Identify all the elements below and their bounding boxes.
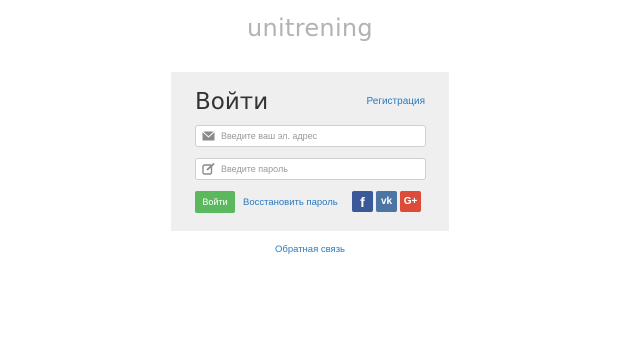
- facebook-icon: f: [360, 193, 365, 210]
- footer: Обратная связь: [0, 244, 620, 255]
- google-plus-icon: G+: [403, 196, 418, 207]
- vk-login-button[interactable]: vk: [376, 191, 397, 212]
- feedback-link[interactable]: Обратная связь: [275, 244, 345, 255]
- password-input[interactable]: [221, 159, 421, 179]
- envelope-icon: [202, 131, 215, 141]
- page-title: Войти: [195, 89, 269, 115]
- email-input[interactable]: [221, 126, 421, 146]
- vk-icon: vk: [380, 196, 393, 207]
- site-logo[interactable]: unitrening: [0, 14, 620, 42]
- login-button[interactable]: Войти: [195, 191, 235, 213]
- email-field[interactable]: [195, 125, 426, 147]
- google-plus-login-button[interactable]: G+: [400, 191, 421, 212]
- facebook-login-button[interactable]: f: [352, 191, 373, 212]
- restore-password-link[interactable]: Восстановить пароль: [243, 197, 338, 208]
- password-field[interactable]: [195, 158, 426, 180]
- register-link[interactable]: Регистрация: [367, 96, 425, 107]
- login-panel: Войти Регистрация Войти Восстановить пар…: [171, 72, 449, 231]
- pencil-edit-icon: [202, 163, 215, 175]
